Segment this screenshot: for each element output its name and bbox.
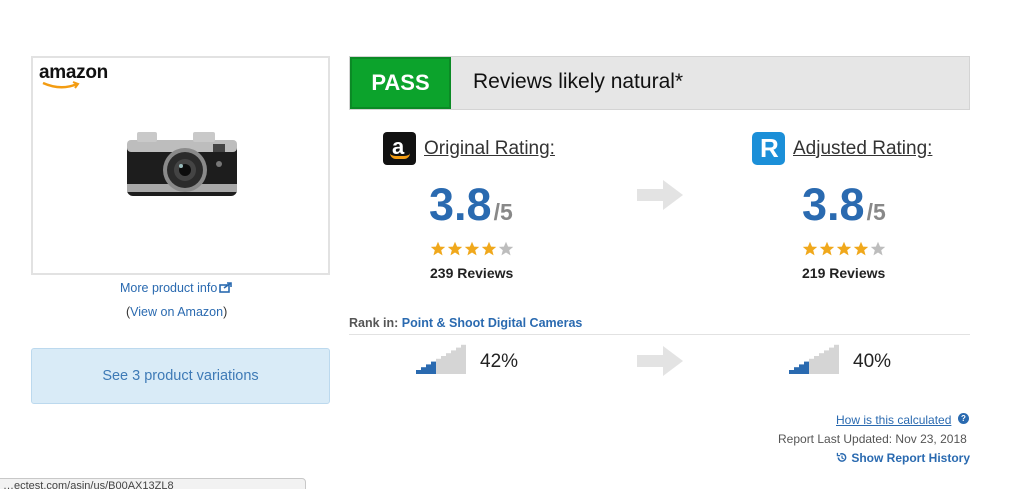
original-score-value: 3.8 xyxy=(429,179,492,230)
product-variations-button[interactable]: See 3 product variations xyxy=(31,348,330,404)
rank-prefix: Rank in: xyxy=(349,316,399,330)
rank-bar xyxy=(461,344,466,374)
rank-bar xyxy=(416,370,421,374)
rank-bar xyxy=(804,361,809,374)
product-image-panel[interactable]: amazon xyxy=(31,56,330,275)
rank-bar xyxy=(799,364,804,374)
view-on-amazon-link[interactable]: View on Amazon xyxy=(130,305,223,319)
rank-bar xyxy=(789,370,794,374)
adjusted-stars xyxy=(802,241,886,257)
rank-bar xyxy=(441,356,446,374)
amazon-smile-icon xyxy=(42,81,80,89)
history-icon xyxy=(836,452,847,462)
original-rating-header[interactable]: a Original Rating: xyxy=(383,132,555,165)
rank-bar xyxy=(421,367,426,374)
adjusted-score-denominator: /5 xyxy=(866,199,886,225)
rank-bar xyxy=(819,353,824,374)
how-calculated-link[interactable]: How is this calculated xyxy=(836,413,951,427)
external-link-icon xyxy=(219,282,233,293)
show-report-history-link[interactable]: Show Report History xyxy=(836,451,970,465)
report-updated-text: Report Last Updated: Nov 23, 2018 xyxy=(778,432,967,446)
original-rank-percent: 42% xyxy=(480,351,519,372)
paren-close: ) xyxy=(223,305,228,319)
original-score-denominator: /5 xyxy=(493,199,513,225)
star-filled-icon xyxy=(447,241,463,256)
star-filled-icon xyxy=(819,241,835,256)
original-stars xyxy=(430,241,514,257)
rank-bar xyxy=(456,347,461,374)
verdict-banner: PASS Reviews likely natural* xyxy=(349,56,970,110)
verdict-text: Reviews likely natural* xyxy=(473,70,684,93)
rank-bar xyxy=(446,353,451,374)
rank-bar xyxy=(814,356,819,374)
original-review-count: 239 Reviews xyxy=(430,265,514,281)
adjusted-rank-chart xyxy=(789,344,839,374)
pass-badge: PASS xyxy=(350,57,451,109)
adjusted-rank-percent: 40% xyxy=(853,351,892,372)
rank-bar xyxy=(451,350,456,374)
adjusted-rating-label: Adjusted Rating: xyxy=(793,137,933,159)
rank-bar xyxy=(809,358,814,374)
original-score: 3.8/5 xyxy=(429,182,513,227)
show-report-history-label: Show Report History xyxy=(851,451,971,465)
rank-bar xyxy=(829,347,834,374)
help-icon[interactable]: ? xyxy=(958,413,969,424)
adjusted-score: 3.8/5 xyxy=(802,182,886,227)
star-filled-icon xyxy=(481,241,497,256)
rank-bar xyxy=(794,367,799,374)
rank-bar xyxy=(431,361,436,374)
star-filled-icon xyxy=(430,241,446,256)
more-product-info-label: More product info xyxy=(120,281,218,295)
original-rank-chart xyxy=(416,344,466,374)
browser-status-url: …ectest.com/asin/us/B00AX13ZL8 xyxy=(0,478,306,489)
view-on-amazon-line: (View on Amazon) xyxy=(126,305,227,319)
reviewmeta-icon: R xyxy=(752,132,785,165)
rank-bar xyxy=(436,358,441,374)
star-filled-icon xyxy=(464,241,480,256)
star-filled-icon xyxy=(802,241,818,256)
adjusted-score-value: 3.8 xyxy=(802,179,865,230)
amazon-icon: a xyxy=(383,132,416,165)
more-product-info-link[interactable]: More product info xyxy=(120,281,233,295)
adjusted-rating-header[interactable]: R Adjusted Rating: xyxy=(752,132,932,165)
rank-bar xyxy=(834,344,839,374)
rank-divider xyxy=(349,334,970,335)
camera-product-image xyxy=(127,132,237,196)
rank-category-line: Rank in: Point & Shoot Digital Cameras xyxy=(349,316,582,330)
adjusted-review-count: 219 Reviews xyxy=(802,265,886,281)
star-empty-icon xyxy=(498,241,514,256)
star-empty-icon xyxy=(870,241,886,256)
star-filled-icon xyxy=(853,241,869,256)
star-filled-icon xyxy=(836,241,852,256)
rank-category-link[interactable]: Point & Shoot Digital Cameras xyxy=(402,316,583,330)
arrow-right-icon xyxy=(637,346,683,376)
original-rating-label: Original Rating: xyxy=(424,137,555,159)
rank-bar xyxy=(824,350,829,374)
rank-bar xyxy=(426,364,431,374)
arrow-right-icon xyxy=(637,180,683,210)
